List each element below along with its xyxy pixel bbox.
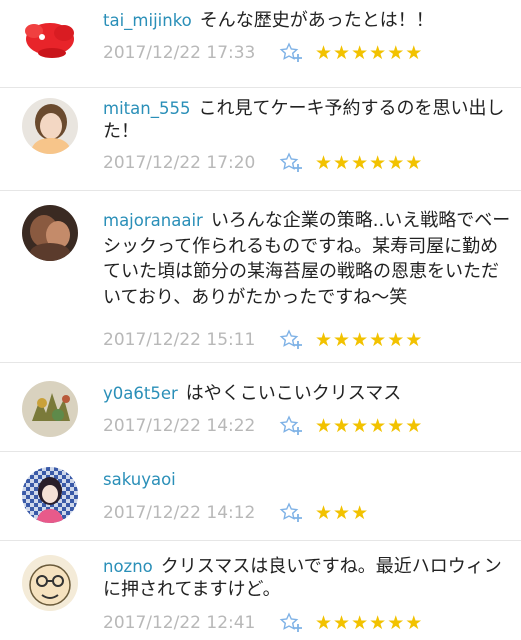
timestamp[interactable]: 2017/12/22 14:12	[103, 503, 279, 523]
comment-body: mitan_555 これ見てケーキ予約するのを思い出した！	[103, 97, 511, 143]
comment-body: nozno クリスマスは良いですね。最近ハロウィンに押されてますけど。	[103, 555, 511, 601]
username-link[interactable]: y0a6t5er	[103, 384, 178, 403]
star-comment-list: tai_mijinko そんな歴史があったとは！！ 2017/12/22 17:3…	[0, 0, 521, 640]
timestamp[interactable]: 2017/12/22 15:11	[103, 330, 279, 350]
star-icon: ★	[315, 42, 334, 64]
avatar-image	[22, 555, 78, 611]
avatar-image	[22, 205, 78, 261]
comment-body: tai_mijinko そんな歴史があったとは！！	[103, 9, 511, 32]
comment-item: nozno クリスマスは良いですね。最近ハロウィンに押されてますけど。 2017/…	[0, 541, 521, 640]
comment-body: majoranaair いろんな企業の策略..いえ戦略でベーシックって作られるもの…	[103, 208, 511, 310]
timestamp[interactable]: 2017/12/22 14:22	[103, 416, 279, 436]
star-icon: ★	[315, 415, 334, 437]
star-icon: ★	[405, 612, 424, 634]
timestamp[interactable]: 2017/12/22 12:41	[103, 613, 279, 633]
username-link[interactable]: nozno	[103, 557, 153, 576]
star-icon: ★	[315, 329, 334, 351]
star-icon: ★	[369, 152, 388, 174]
star-icon: ★	[369, 612, 388, 634]
star-icon: ★	[387, 329, 406, 351]
star-icon: ★	[387, 152, 406, 174]
star-icon: ★	[333, 42, 352, 64]
username-link[interactable]: mitan_555	[103, 99, 190, 118]
star-icon: ★	[387, 612, 406, 634]
star-icon: ★	[351, 502, 370, 524]
star-icon: ★	[351, 415, 370, 437]
comment-text: はやくこいこいクリスマス	[185, 383, 402, 404]
add-star-icon[interactable]	[279, 415, 303, 437]
comment-item: tai_mijinko そんな歴史があったとは！！ 2017/12/22 17:3…	[0, 0, 521, 88]
avatar-image	[22, 467, 78, 523]
comment-meta: 2017/12/22 12:41 ★★★★★★	[103, 610, 423, 636]
timestamp[interactable]: 2017/12/22 17:20	[103, 153, 279, 173]
star-icon: ★	[405, 42, 424, 64]
star-icon: ★	[333, 415, 352, 437]
comment-body: sakuyaoi	[103, 468, 511, 491]
username-link[interactable]: tai_mijinko	[103, 11, 192, 30]
star-icon: ★	[369, 415, 388, 437]
star-icon: ★	[315, 152, 334, 174]
star-rating[interactable]: ★★★	[315, 502, 369, 524]
add-star-icon[interactable]	[279, 42, 303, 64]
avatar[interactable]	[22, 205, 78, 261]
star-icon: ★	[369, 329, 388, 351]
avatar-image	[22, 98, 78, 154]
comment-meta: 2017/12/22 14:12 ★★★	[103, 500, 369, 526]
star-icon: ★	[351, 612, 370, 634]
star-icon: ★	[351, 152, 370, 174]
comment-meta: 2017/12/22 17:20 ★★★★★★	[103, 150, 423, 176]
comment-meta: 2017/12/22 17:33 ★★★★★★	[103, 40, 423, 66]
avatar-image	[22, 381, 78, 437]
star-icon: ★	[333, 152, 352, 174]
comment-item: y0a6t5er はやくこいこいクリスマス 2017/12/22 14:22 ★★…	[0, 363, 521, 452]
star-icon: ★	[369, 42, 388, 64]
username-link[interactable]: sakuyaoi	[103, 470, 176, 489]
add-star-icon[interactable]	[279, 152, 303, 174]
comment-text: そんな歴史があったとは！！	[199, 10, 434, 31]
avatar[interactable]	[22, 467, 78, 523]
avatar[interactable]	[22, 98, 78, 154]
avatar-image	[22, 9, 78, 65]
star-icon: ★	[333, 612, 352, 634]
comment-body: y0a6t5er はやくこいこいクリスマス	[103, 382, 511, 405]
comment-item: mitan_555 これ見てケーキ予約するのを思い出した！ 2017/12/22 …	[0, 88, 521, 191]
star-icon: ★	[405, 329, 424, 351]
star-icon: ★	[387, 415, 406, 437]
star-icon: ★	[405, 415, 424, 437]
star-icon: ★	[351, 42, 370, 64]
star-icon: ★	[315, 502, 334, 524]
star-rating[interactable]: ★★★★★★	[315, 612, 423, 634]
timestamp[interactable]: 2017/12/22 17:33	[103, 43, 279, 63]
star-rating[interactable]: ★★★★★★	[315, 42, 423, 64]
add-star-icon[interactable]	[279, 329, 303, 351]
star-icon: ★	[315, 612, 334, 634]
add-star-icon[interactable]	[279, 502, 303, 524]
comment-meta: 2017/12/22 15:11 ★★★★★★	[103, 327, 423, 353]
star-icon: ★	[387, 42, 406, 64]
star-rating[interactable]: ★★★★★★	[315, 415, 423, 437]
comment-text: クリスマスは良いですね。最近ハロウィンに押されてますけど。	[103, 556, 502, 600]
star-rating[interactable]: ★★★★★★	[315, 329, 423, 351]
comment-item: majoranaair いろんな企業の策略..いえ戦略でベーシックって作られるもの…	[0, 191, 521, 363]
star-icon: ★	[351, 329, 370, 351]
comment-meta: 2017/12/22 14:22 ★★★★★★	[103, 413, 423, 439]
star-icon: ★	[333, 329, 352, 351]
comment-item: sakuyaoi 2017/12/22 14:12 ★★★	[0, 452, 521, 541]
avatar[interactable]	[22, 381, 78, 437]
star-rating[interactable]: ★★★★★★	[315, 152, 423, 174]
avatar[interactable]	[22, 555, 78, 611]
star-icon: ★	[333, 502, 352, 524]
star-icon: ★	[405, 152, 424, 174]
avatar[interactable]	[22, 9, 78, 65]
add-star-icon[interactable]	[279, 612, 303, 634]
username-link[interactable]: majoranaair	[103, 211, 203, 230]
